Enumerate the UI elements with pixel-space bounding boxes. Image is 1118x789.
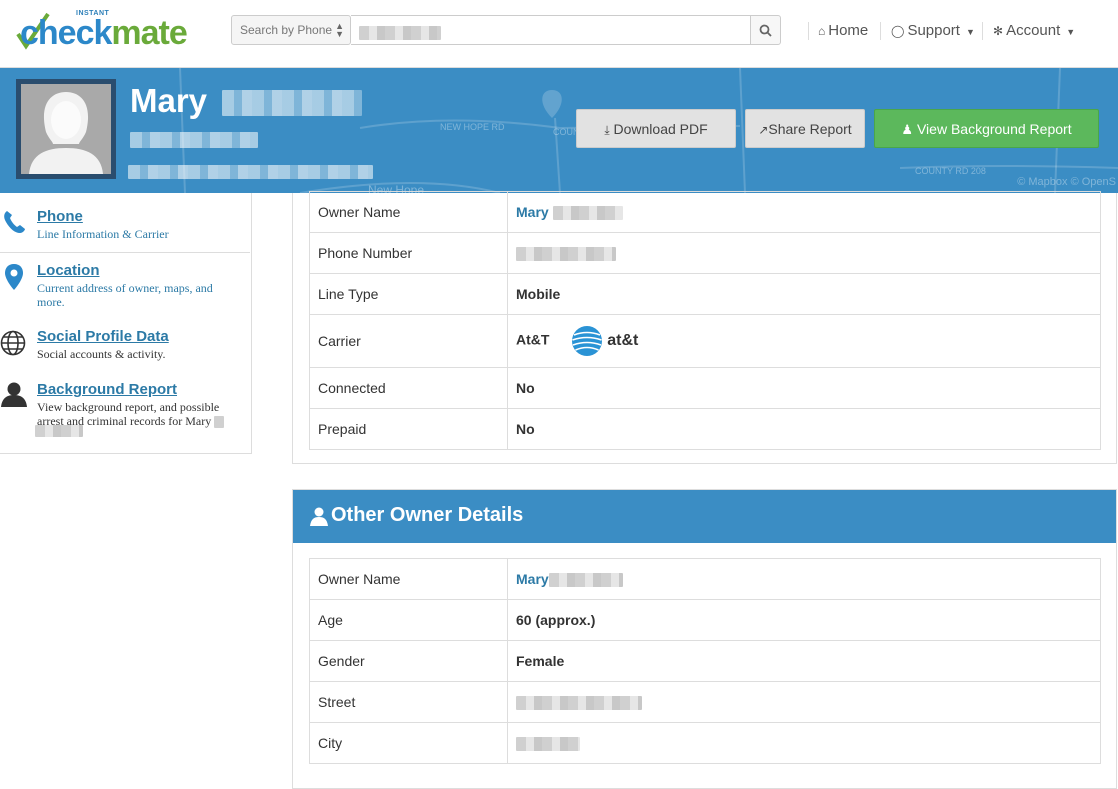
table-row: City [309, 722, 1101, 764]
redacted-address [128, 161, 373, 180]
search-button[interactable] [750, 15, 781, 45]
other-owner-title: Other Owner Details [331, 504, 524, 526]
search-input[interactable] [351, 15, 751, 45]
top-navbar: INSTANT checkmate Search by Phone ▲ ▼ ⌂ Ho… [0, 0, 1118, 68]
sidebar-item-social[interactable]: Social Profile Data Social accounts & ac… [0, 328, 251, 381]
redacted-subtitle [130, 129, 258, 148]
map-attribution[interactable]: © Mapbox © OpenS [1017, 176, 1116, 188]
table-row: Line Type Mobile [309, 273, 1101, 315]
view-background-report-button[interactable]: ♟ View Background Report [874, 109, 1099, 148]
search-type-label: Search by Phone [240, 23, 333, 37]
caret-down-icon: ▼ [1066, 27, 1076, 37]
report-header-banner: NEW HOPE RD COUNTY R COUNTY RD 208 New H… [0, 68, 1118, 193]
redacted-search-value [359, 25, 441, 40]
logo-wordmark: checkmate [20, 14, 188, 52]
share-report-button[interactable]: ↗Share Report [745, 109, 865, 148]
download-pdf-button[interactable]: ⤓ Download PDF [576, 109, 736, 148]
svg-text:COUNTY RD 208: COUNTY RD 208 [915, 166, 986, 176]
sidebar-item-phone[interactable]: Phone Line Information & Carrier [0, 193, 251, 252]
table-row: Owner Name Mary [309, 558, 1101, 600]
att-logo: at&t [571, 325, 638, 357]
select-arrows-icon: ▲ ▼ [335, 21, 344, 39]
profile-avatar [16, 79, 116, 179]
download-icon: ⤓ [604, 123, 610, 137]
table-row: Prepaid No [309, 408, 1101, 450]
globe-icon [0, 330, 26, 356]
table-row: Phone Number [309, 232, 1101, 274]
share-icon: ↗ [758, 123, 769, 137]
svg-text:NEW HOPE RD: NEW HOPE RD [440, 122, 505, 132]
table-row: Gender Female [309, 640, 1101, 682]
table-row: Age 60 (approx.) [309, 599, 1101, 641]
user-icon: ♟ [901, 122, 914, 137]
other-owner-table: Owner Name Mary Age 60 (approx.) Gender … [309, 558, 1101, 764]
gear-icon: ✻ [993, 24, 1004, 38]
caret-down-icon: ▼ [965, 27, 975, 37]
nav-account[interactable]: ✻ Account ▼ [993, 22, 1075, 39]
nav-support[interactable]: ◯ Support ▼ [891, 22, 975, 39]
checkmate-logo[interactable]: INSTANT checkmate [16, 8, 216, 52]
user-icon [310, 507, 328, 526]
other-owner-details-card: Other Owner Details Owner Name Mary Age … [292, 489, 1117, 789]
phone-icon [4, 211, 25, 233]
phone-details-card: Owner Name Mary Phone Number Line Type M… [292, 191, 1117, 464]
user-icon [1, 382, 27, 407]
table-row: Carrier At&T at&t [309, 314, 1101, 368]
search-icon [759, 24, 772, 37]
other-owner-header: Other Owner Details [293, 490, 1116, 543]
table-row: Street [309, 681, 1101, 723]
home-icon: ⌂ [818, 24, 826, 38]
sidebar-item-background[interactable]: Background Report View background report… [0, 381, 251, 451]
table-row: Connected No [309, 367, 1101, 409]
table-row: Owner Name Mary [309, 191, 1101, 233]
nav-home[interactable]: ⌂ Home [818, 22, 868, 39]
sidebar-item-location[interactable]: Location Current address of owner, maps,… [0, 253, 251, 328]
report-subject-name: Mary [130, 82, 363, 120]
comment-icon: ◯ [891, 24, 905, 38]
search-type-select[interactable]: Search by Phone ▲ ▼ [231, 15, 351, 45]
report-sidebar-nav: Phone Line Information & Carrier Locatio… [0, 193, 252, 454]
phone-details-table: Owner Name Mary Phone Number Line Type M… [309, 191, 1101, 450]
map-marker-icon [5, 264, 23, 290]
